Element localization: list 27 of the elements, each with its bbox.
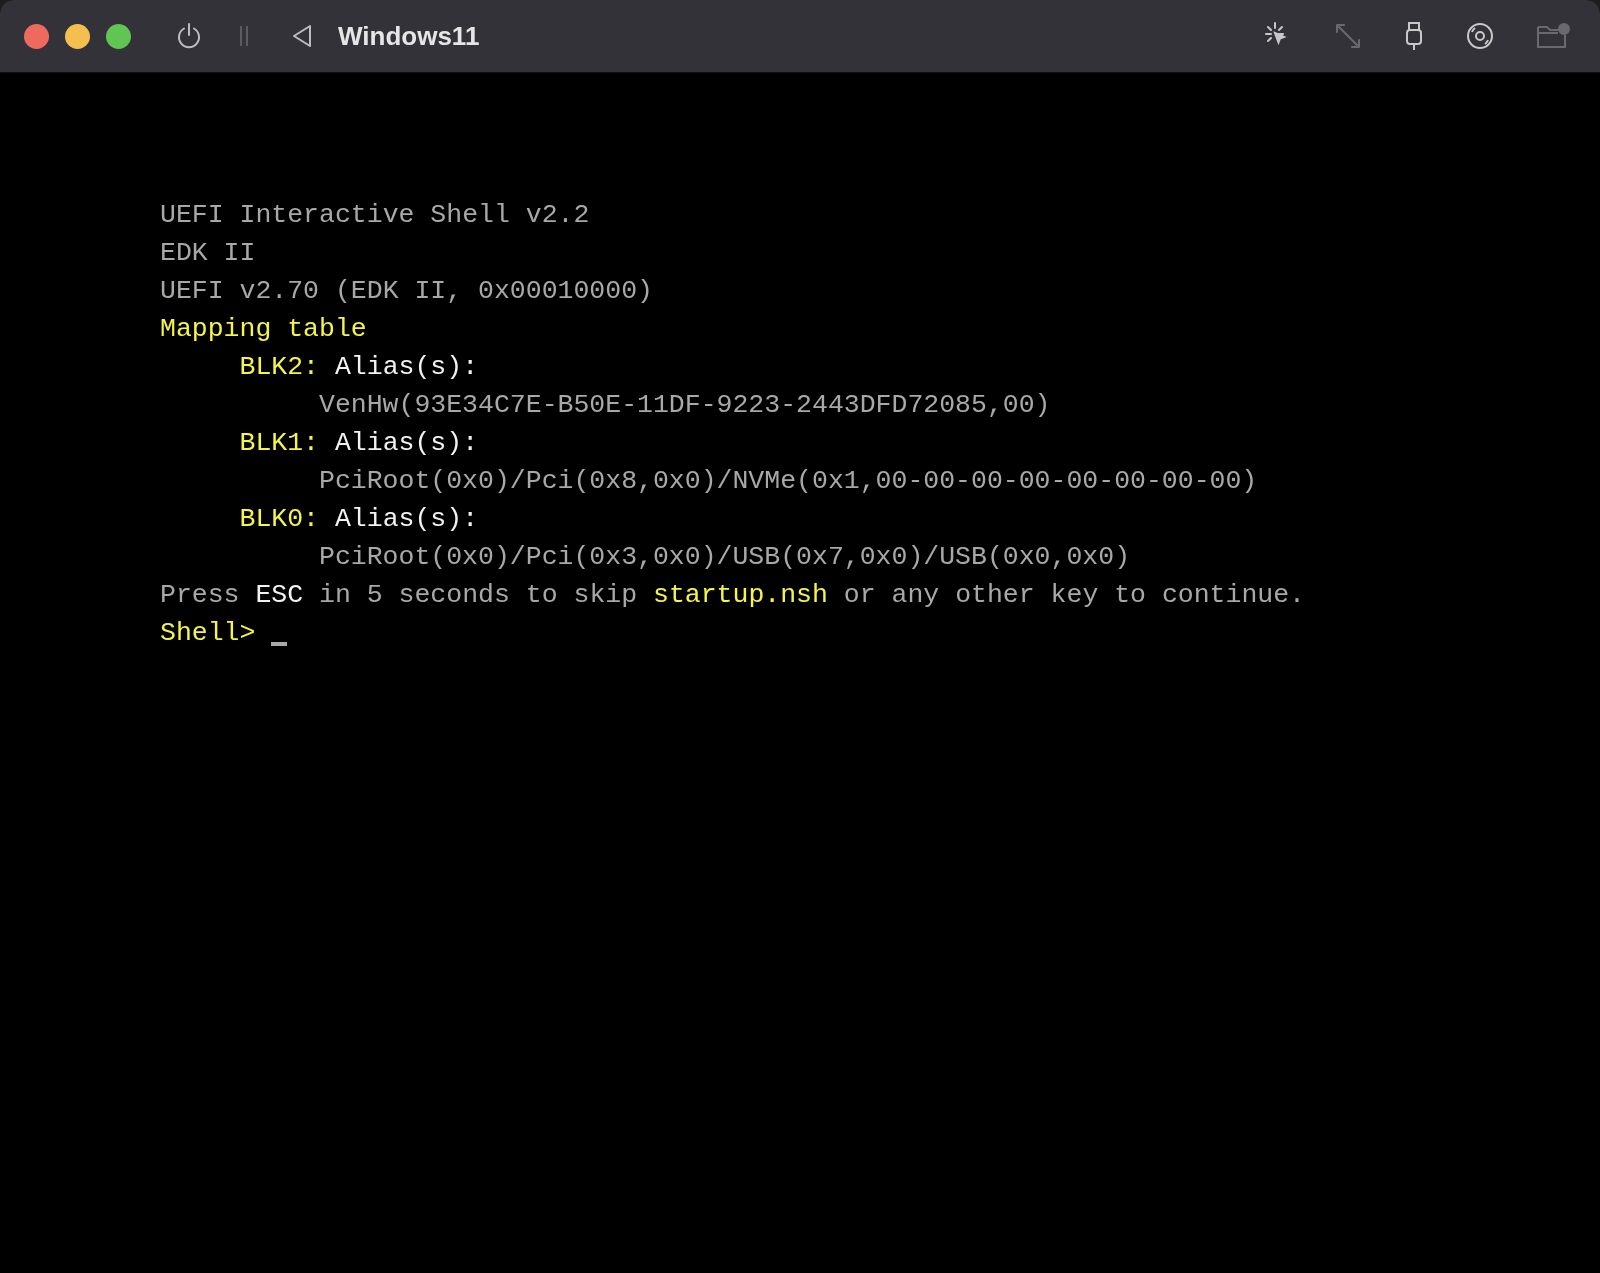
console-text: in 5 seconds to skip [318,580,639,610]
console-text: BLK2: [239,352,319,382]
console-text: EDK II [160,238,256,268]
console-text: Press [160,580,241,610]
console-text: Alias(s): [333,504,479,534]
zoom-button[interactable] [106,23,131,49]
console-text: PciRoot(0x0)/Pci(0x8,0x0)/NVMe(0x1,00-00-00-00-00-00-00-00) [319,466,1258,496]
back-triangle-icon[interactable] [291,24,313,48]
window-title: Windows11 [338,19,480,53]
console-text: Shell> [160,618,257,648]
console-text: BLK1: [239,428,319,458]
disc-icon[interactable] [1466,22,1494,50]
usb-plug-icon[interactable] [1404,21,1424,51]
console-text: PciRoot(0x0)/Pci(0x3,0x0)/USB(0x7,0x0)/USB(0x0,0x0) [319,542,1131,572]
console-text: VenHw(93E34C7E-B50E-11DF-9223-2443DFD72085,00) [319,390,1051,420]
console-text: ESC [255,580,304,610]
console-text: Mapping table [160,314,367,344]
close-button[interactable] [24,23,49,49]
console-text: UEFI v2.70 (EDK II, 0x00010000) [160,276,653,306]
console-text: startup.nsh [653,580,828,610]
power-icon[interactable] [175,22,203,50]
console-text: Alias(s): [333,352,479,382]
console-text: BLK0: [239,504,319,534]
console-text: or any other key to continue. [842,580,1305,610]
minimize-button[interactable] [65,23,90,49]
console-text: Alias(s): [333,428,479,458]
console-text: UEFI Interactive Shell v2.2 [160,200,590,230]
